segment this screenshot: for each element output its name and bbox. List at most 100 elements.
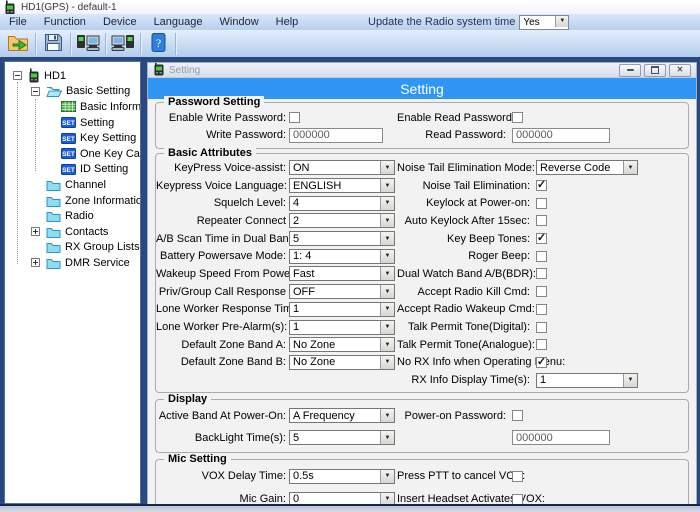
enable-read-password-checkbox[interactable] [512, 112, 523, 124]
no-rx-info-when-operating-menu-checkbox[interactable]: ✓ [536, 356, 547, 368]
save-file-button[interactable] [39, 32, 67, 56]
open-file-button[interactable] [4, 32, 32, 56]
battery-powersave-mode-label: Battery Powersave Mode: [160, 250, 286, 263]
rx-info-display-time-s-dropdown[interactable]: 1 ▼ [536, 372, 638, 388]
chevron-down-icon[interactable]: ▼ [380, 409, 394, 423]
default-zone-band-a-dropdown[interactable]: No Zone ▼ [289, 337, 395, 353]
lone-worker-pre-alarm-s-value: 1 [293, 321, 300, 334]
key-beep-tones-label: Key Beep Tones: [447, 232, 530, 245]
accept-radio-kill-cmd-checkbox[interactable] [536, 286, 547, 298]
tree-item-hd1[interactable]: HD1 [5, 68, 140, 84]
keypress-voice-assist-dropdown[interactable]: ON ▼ [289, 160, 395, 176]
expander-minus-icon[interactable] [13, 71, 22, 81]
tree-item-contacts[interactable]: Contacts [5, 224, 140, 240]
dual-watch-band-a-b-bdr-checkbox[interactable] [536, 268, 547, 280]
chevron-down-icon[interactable]: ▼ [380, 179, 394, 193]
folder-open-icon [46, 85, 62, 98]
write-to-radio-button[interactable] [109, 32, 137, 56]
squelch-level-dropdown[interactable]: 4 ▼ [289, 195, 395, 211]
tree-item-key-setting[interactable]: SET Key Setting [5, 130, 140, 146]
keylock-at-power-on-checkbox[interactable] [536, 197, 547, 209]
wakeup-speed-from-powersave-dropdown[interactable]: Fast ▼ [289, 266, 395, 282]
tree-item-id-setting[interactable]: SET ID Setting [5, 162, 140, 178]
maximize-button[interactable] [644, 63, 666, 77]
power-on-password-checkbox[interactable] [512, 410, 523, 422]
roger-beep-checkbox[interactable] [536, 250, 547, 262]
enable-write-password-checkbox[interactable] [289, 112, 300, 124]
expander-minus-icon[interactable] [31, 86, 40, 96]
window-bottom-frame [0, 504, 700, 512]
tree-item-zone-information[interactable]: Zone Information [5, 193, 140, 209]
chevron-down-icon[interactable]: ▼ [380, 267, 394, 281]
menu-item-device[interactable]: Device [103, 16, 137, 28]
menu-item-file[interactable]: File [9, 16, 27, 28]
noise-tail-elimination-mode-dropdown[interactable]: Reverse Code ▼ [536, 160, 638, 176]
tree-item-channel[interactable]: Channel [5, 177, 140, 193]
tree-item-dmr-service[interactable]: DMR Service [5, 255, 140, 271]
backlight-time-s-value: 5 [293, 431, 300, 444]
close-button[interactable]: ✕ [669, 63, 691, 77]
chevron-down-icon[interactable]: ▼ [380, 285, 394, 299]
noise-tail-elimination-mode-label: Noise Tail Elimination Mode: [397, 161, 535, 174]
chevron-down-icon[interactable]: ▼ [380, 232, 394, 246]
tree-item-basic-information[interactable]: Basic Information [5, 99, 140, 115]
lone-worker-pre-alarm-s-dropdown[interactable]: 1 ▼ [289, 319, 395, 335]
minimize-button[interactable] [619, 63, 641, 77]
press-ptt-to-cancel-vox-checkbox[interactable] [512, 470, 523, 482]
battery-powersave-mode-dropdown[interactable]: 1: 4 ▼ [289, 248, 395, 264]
tree-item-radio[interactable]: Radio [5, 208, 140, 224]
backlight-time-s-dropdown[interactable]: 5 ▼ [289, 430, 395, 446]
menu-item-function[interactable]: Function [44, 16, 86, 28]
repeater-connect-label: Repeater Connect [196, 214, 286, 227]
priv-group-call-response-dropdown[interactable]: OFF ▼ [289, 284, 395, 300]
chevron-down-icon[interactable]: ▼ [380, 161, 394, 175]
noise-tail-elimination-checkbox[interactable]: ✓ [536, 180, 547, 192]
tree-item-rx-group-lists[interactable]: RX Group Lists [5, 240, 140, 256]
chevron-down-icon[interactable]: ▼ [555, 15, 569, 27]
tree-item-basic-setting[interactable]: Basic Setting [5, 84, 140, 100]
keypress-voice-language-dropdown[interactable]: ENGLISH ▼ [289, 178, 395, 194]
talk-permit-tone-digital-checkbox[interactable] [536, 321, 547, 333]
expander-plus-icon[interactable] [31, 227, 40, 237]
vox-delay-time-dropdown[interactable]: 0.5s ▼ [289, 468, 395, 484]
a-b-scan-time-in-dual-band-s-dropdown[interactable]: 5 ▼ [289, 231, 395, 247]
active-band-at-power-on-dropdown[interactable]: A Frequency ▼ [289, 408, 395, 424]
password-setting-group-title: Password Setting [164, 96, 265, 108]
left-control-cell: 4 ▼ [289, 195, 397, 211]
update-radio-time-dropdown[interactable]: Yes ▼ [519, 14, 570, 30]
tree-item-setting[interactable]: SET Setting [5, 115, 140, 131]
menu-item-window[interactable]: Window [220, 16, 259, 28]
chevron-down-icon[interactable]: ▼ [380, 338, 394, 352]
menu-item-language[interactable]: Language [154, 16, 203, 28]
tree-item-one-key-call[interactable]: SET One Key Call [5, 146, 140, 162]
chevron-down-icon[interactable]: ▼ [623, 373, 637, 387]
app-title: HD1(GPS) - default-1 [21, 1, 117, 13]
chevron-down-icon[interactable]: ▼ [380, 320, 394, 334]
auto-keylock-after-15sec-checkbox[interactable] [536, 215, 547, 227]
lone-worker-response-time-m-dropdown[interactable]: 1 ▼ [289, 301, 395, 317]
chevron-down-icon[interactable]: ▼ [380, 196, 394, 210]
chevron-down-icon[interactable]: ▼ [380, 302, 394, 316]
read-password-input[interactable]: 000000 [512, 127, 610, 143]
lone-worker-response-time-m-label: Lone Worker Response Time(m): [156, 303, 318, 316]
default-zone-band-b-dropdown[interactable]: No Zone ▼ [289, 354, 395, 370]
power-on-password-input[interactable]: 000000 [512, 430, 610, 446]
accept-radio-wakeup-cmd-checkbox[interactable] [536, 303, 547, 315]
repeater-connect-dropdown[interactable]: 2 ▼ [289, 213, 395, 229]
chevron-down-icon[interactable]: ▼ [380, 249, 394, 263]
chevron-down-icon[interactable]: ▼ [380, 355, 394, 369]
key-beep-tones-checkbox[interactable]: ✓ [536, 233, 547, 245]
chevron-down-icon[interactable]: ▼ [380, 431, 394, 445]
keypress-voice-language-value: ENGLISH [293, 179, 342, 192]
talk-permit-tone-analogue-checkbox[interactable] [536, 339, 547, 351]
write-password-input[interactable]: 000000 [289, 127, 383, 143]
menubar: File Function Device Language Window Help Upd… [0, 14, 700, 30]
chevron-down-icon[interactable]: ▼ [380, 469, 394, 483]
expander-plus-icon[interactable] [31, 258, 40, 268]
read-from-radio-button[interactable] [74, 32, 102, 56]
set-icon: SET [61, 148, 76, 160]
menu-item-help[interactable]: Help [276, 16, 299, 28]
chevron-down-icon[interactable]: ▼ [623, 161, 637, 175]
chevron-down-icon[interactable]: ▼ [380, 214, 394, 228]
help-button[interactable]: ? [144, 32, 172, 56]
